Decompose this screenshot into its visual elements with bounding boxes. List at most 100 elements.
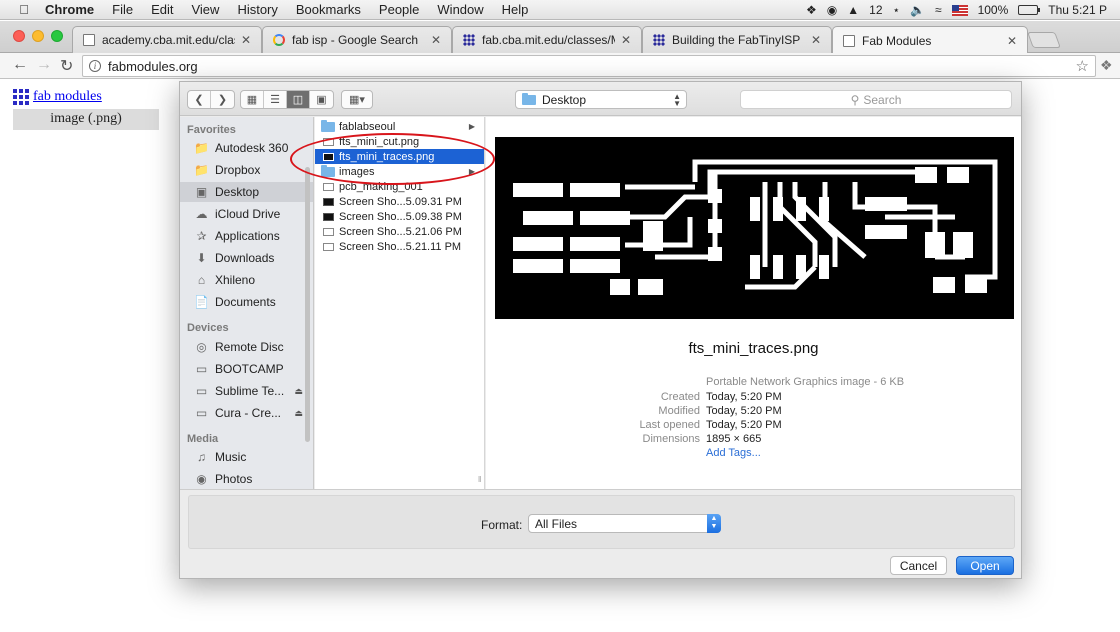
close-icon[interactable]: ✕ bbox=[621, 33, 631, 47]
open-button[interactable]: Open bbox=[956, 556, 1014, 575]
search-field[interactable]: ⚲ Search bbox=[740, 90, 1012, 109]
add-tags-link[interactable]: Add Tags... bbox=[706, 447, 761, 459]
cancel-button[interactable]: Cancel bbox=[890, 556, 947, 575]
location-popup[interactable]: Desktop ▲ ▼ bbox=[515, 90, 687, 109]
fab-icon bbox=[653, 34, 665, 46]
volume-icon[interactable]: 🔈 bbox=[905, 3, 930, 17]
file-row-fablabseoul[interactable]: fablabseoul ▶ bbox=[315, 119, 484, 134]
menu-history[interactable]: History bbox=[228, 2, 286, 17]
modified-value: Today, 5:20 PM bbox=[706, 405, 782, 417]
file-row-screenshot-3[interactable]: Screen Sho...5.21.06 PM bbox=[315, 224, 484, 239]
tab-google-search[interactable]: fab isp - Google Search ✕ bbox=[262, 26, 452, 53]
adobe-icon[interactable]: ▲ bbox=[842, 3, 864, 17]
tab-academy[interactable]: academy.cba.mit.edu/classes/ ✕ bbox=[72, 26, 262, 53]
address-bar[interactable]: i fabmodules.org ☆ bbox=[82, 55, 1096, 77]
zoom-window-icon[interactable] bbox=[51, 30, 63, 42]
file-row-screenshot-1[interactable]: Screen Sho...5.09.31 PM bbox=[315, 194, 484, 209]
fab-modules-link[interactable]: fab modules bbox=[33, 89, 102, 105]
tab-fab-modules[interactable]: Fab Modules ✕ bbox=[832, 26, 1028, 54]
menu-help[interactable]: Help bbox=[493, 2, 538, 17]
sidebar-scrollbar[interactable] bbox=[305, 167, 310, 442]
menu-view[interactable]: View bbox=[182, 2, 228, 17]
icon-view-icon[interactable]: ▦ bbox=[241, 91, 264, 108]
bluetooth-icon[interactable]: ⋆ bbox=[888, 3, 906, 17]
sidebar-item-autodesk-360[interactable]: 📁 Autodesk 360 bbox=[180, 138, 313, 158]
sidebar-item-icloud-drive[interactable]: ☁ iCloud Drive bbox=[180, 204, 313, 224]
arrange-grid-icon[interactable]: ▦▾ bbox=[342, 91, 372, 108]
battery-icon[interactable] bbox=[1013, 3, 1043, 17]
folder-icon bbox=[522, 92, 536, 105]
notification-count[interactable]: 12 bbox=[864, 3, 887, 17]
drive-icon: ▭ bbox=[195, 384, 208, 398]
menu-people[interactable]: People bbox=[370, 2, 428, 17]
bookmark-star-icon[interactable]: ☆ bbox=[1076, 57, 1089, 75]
close-window-icon[interactable] bbox=[13, 30, 25, 42]
file-row-fts-mini-traces[interactable]: fts_mini_traces.png bbox=[315, 149, 484, 164]
format-value: All Files bbox=[535, 516, 578, 531]
list-view-icon[interactable]: ☰ bbox=[264, 91, 287, 108]
tab-title: Building the FabTinyISP bbox=[672, 33, 801, 47]
file-name: Screen Sho...5.09.38 PM bbox=[339, 210, 462, 223]
column-resize-handle[interactable]: ‖ bbox=[478, 475, 481, 484]
menu-window[interactable]: Window bbox=[428, 2, 492, 17]
dialog-footer: Format: All Files ▲ ▼ Cancel Open bbox=[180, 489, 1021, 578]
last-opened-label: Last opened bbox=[639, 419, 700, 431]
menu-app[interactable]: Chrome bbox=[34, 2, 103, 17]
menu-file[interactable]: File bbox=[103, 2, 142, 17]
format-select[interactable]: All Files ▲ ▼ bbox=[528, 514, 721, 533]
sidebar-item-downloads[interactable]: ⬇ Downloads bbox=[180, 248, 313, 268]
menu-bookmarks[interactable]: Bookmarks bbox=[287, 2, 370, 17]
view-mode-switcher: ▦ ☰ ◫ ▣ bbox=[240, 90, 334, 109]
fab-icon bbox=[463, 34, 475, 46]
close-icon[interactable]: ✕ bbox=[1007, 34, 1017, 48]
back-chevron-icon[interactable]: ❮ bbox=[188, 91, 211, 108]
sidebar-item-desktop[interactable]: ▣ Desktop bbox=[180, 182, 313, 202]
dropbox-icon[interactable]: ❖ bbox=[801, 3, 822, 17]
file-row-screenshot-4[interactable]: Screen Sho...5.21.11 PM bbox=[315, 239, 484, 254]
close-icon[interactable]: ✕ bbox=[811, 33, 821, 47]
apple-icon[interactable]:  bbox=[14, 2, 34, 17]
close-icon[interactable]: ✕ bbox=[431, 33, 441, 47]
clock[interactable]: Thu 5:21 P bbox=[1043, 3, 1112, 17]
forward-chevron-icon[interactable]: ❯ bbox=[211, 91, 234, 108]
url-text[interactable]: fabmodules.org bbox=[108, 59, 198, 74]
eject-icon[interactable]: ⏏ bbox=[294, 408, 303, 419]
sidebar-item-applications[interactable]: ✰ Applications bbox=[180, 226, 313, 246]
coverflow-view-icon[interactable]: ▣ bbox=[310, 91, 333, 108]
sidebar-item-cura[interactable]: ▭ Cura - Cre... ⏏ bbox=[180, 403, 313, 423]
close-icon[interactable]: ✕ bbox=[241, 33, 251, 47]
tab-fabtinyisp[interactable]: Building the FabTinyISP ✕ bbox=[642, 26, 832, 53]
page-icon bbox=[83, 34, 95, 46]
wifi-icon[interactable]: ≈ bbox=[930, 3, 947, 17]
sidebar-item-dropbox[interactable]: 📁 Dropbox bbox=[180, 160, 313, 180]
eject-icon[interactable]: ⏏ bbox=[294, 386, 303, 397]
minimize-window-icon[interactable] bbox=[32, 30, 44, 42]
file-row-fts-mini-cut[interactable]: fts_mini_cut.png bbox=[315, 134, 484, 149]
back-arrow-icon[interactable]: ← bbox=[12, 56, 28, 74]
file-row-images[interactable]: images ▶ bbox=[315, 164, 484, 179]
column-view-icon[interactable]: ◫ bbox=[287, 91, 310, 108]
forward-arrow-icon[interactable]: → bbox=[36, 56, 52, 74]
menu-edit[interactable]: Edit bbox=[142, 2, 182, 17]
sidebar-item-bootcamp[interactable]: ▭ BOOTCAMP bbox=[180, 359, 313, 379]
new-tab-button[interactable] bbox=[1027, 32, 1061, 48]
sidebar-item-sublime-text[interactable]: ▭ Sublime Te... ⏏ bbox=[180, 381, 313, 401]
extension-icon[interactable]: ❖ bbox=[1100, 57, 1113, 74]
sidebar-item-remote-disc[interactable]: ◎ Remote Disc bbox=[180, 337, 313, 357]
sidebar-item-label: Cura - Cre... bbox=[215, 406, 282, 420]
sidebar-item-photos[interactable]: ◉ Photos bbox=[180, 469, 313, 489]
battery-percent[interactable]: 100% bbox=[973, 3, 1014, 17]
sync-icon[interactable]: ◉ bbox=[822, 3, 842, 17]
flag-icon[interactable] bbox=[947, 3, 973, 17]
info-icon[interactable]: i bbox=[89, 60, 101, 72]
sidebar-item-music[interactable]: ♫ Music bbox=[180, 447, 313, 467]
sidebar-item-xhileno[interactable]: ⌂ Xhileno bbox=[180, 270, 313, 290]
image-png-menu-item[interactable]: image (.png) bbox=[13, 109, 159, 130]
sidebar-item-label: Desktop bbox=[215, 185, 260, 199]
sidebar-item-documents[interactable]: 📄 Documents bbox=[180, 292, 313, 312]
reload-icon[interactable]: ↻ bbox=[60, 56, 73, 76]
file-row-screenshot-2[interactable]: Screen Sho...5.09.38 PM bbox=[315, 209, 484, 224]
file-row-pcb-making[interactable]: pcb_making_001 bbox=[315, 179, 484, 194]
tab-fab-classes[interactable]: fab.cba.mit.edu/classes/MAS ✕ bbox=[452, 26, 642, 53]
media-heading: Media bbox=[187, 433, 219, 445]
